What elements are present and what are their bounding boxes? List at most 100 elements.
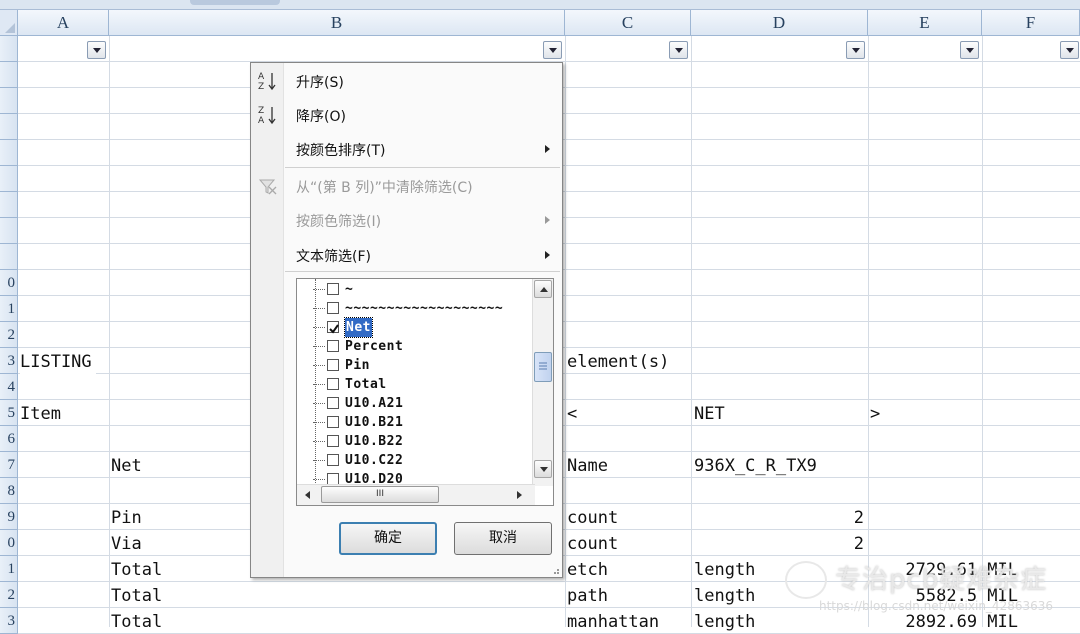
row-header[interactable] (0, 88, 18, 114)
sort-descending-icon: ZA (257, 104, 279, 126)
row-header[interactable] (0, 36, 18, 62)
filter-dropdown-d[interactable] (846, 41, 865, 59)
filter-value-list[interactable]: ~ ~~~~~~~~~~~~~~~~~~~ Net Percent Pin Total U1… (296, 278, 554, 506)
resize-grip-icon[interactable] (550, 565, 560, 575)
checkbox[interactable] (327, 454, 339, 466)
cell-listing[interactable]: LISTING (20, 350, 96, 374)
column-header-e[interactable]: E (868, 10, 982, 36)
cell-lt[interactable]: < (567, 402, 577, 426)
row-header[interactable] (0, 62, 18, 88)
checkbox[interactable] (327, 340, 339, 352)
filter-dropdown-e[interactable] (960, 41, 979, 59)
row-header[interactable]: 9 (0, 504, 18, 530)
row-header[interactable]: 1 (0, 296, 18, 322)
row-header[interactable]: 0 (0, 530, 18, 556)
text-filter-label: 文本筛选(F) (296, 249, 371, 265)
menu-item-text-filter[interactable]: 文本筛选(F) (251, 240, 562, 270)
checkbox-checked[interactable] (327, 321, 339, 334)
tree-line (313, 441, 325, 442)
filter-dropdown-a[interactable] (87, 41, 106, 59)
cell-elements[interactable]: element(s) (567, 350, 669, 374)
cell-path[interactable]: path (567, 584, 608, 608)
cell-via-count[interactable]: 2 (694, 532, 864, 556)
menu-item-sort-descending[interactable]: ZA 降序(O) (251, 100, 562, 130)
cell-pin-count-label[interactable]: count (567, 506, 618, 530)
menu-item-sort-by-color[interactable]: 按颜色排序(T) (251, 134, 562, 164)
row-header[interactable]: 2 (0, 322, 18, 348)
grid-col-line (691, 36, 692, 627)
row-header[interactable]: 6 (0, 426, 18, 452)
checkbox[interactable] (327, 359, 339, 371)
row-header[interactable] (0, 140, 18, 166)
filter-dropdown-b[interactable] (543, 41, 562, 59)
filter-dropdown-c[interactable] (669, 41, 688, 59)
row-header[interactable]: 3 (0, 608, 18, 634)
vertical-scroll-thumb[interactable] (534, 352, 552, 382)
cell-total-2[interactable]: Total (111, 584, 162, 608)
cell-gt[interactable]: > (870, 402, 880, 426)
row-header[interactable] (0, 166, 18, 192)
cell-total-1[interactable]: Total (111, 558, 162, 582)
cell-via-count-label[interactable]: count (567, 532, 618, 556)
cell-net-name[interactable]: 936X_C_R_TX9 (694, 454, 817, 478)
scroll-down-button[interactable] (534, 460, 552, 478)
column-header-a[interactable]: A (18, 10, 109, 36)
cell-length-2[interactable]: length (694, 584, 755, 608)
wechat-logo-icon (785, 561, 827, 599)
ok-button[interactable]: 确定 (339, 522, 437, 555)
cell-pin-label[interactable]: Pin (111, 506, 142, 530)
checkbox[interactable] (327, 416, 339, 428)
sheet-tab-fragment[interactable] (190, 0, 280, 5)
row-header[interactable] (0, 192, 18, 218)
cell-net-label[interactable]: Net (111, 454, 142, 478)
list-vertical-scrollbar[interactable] (532, 279, 553, 486)
column-header-c[interactable]: C (565, 10, 691, 36)
row-header[interactable]: 8 (0, 478, 18, 504)
cell-pin-count[interactable]: 2 (694, 506, 864, 530)
menu-item-sort-ascending[interactable]: AZ 升序(S) (251, 66, 562, 96)
filter-list-item-label: Pin (345, 358, 370, 373)
cell-total-3[interactable]: Total (111, 610, 162, 634)
cell-length-3[interactable]: length (694, 610, 755, 634)
checkbox[interactable] (327, 435, 339, 447)
row-header[interactable] (0, 114, 18, 140)
cell-manhattan[interactable]: manhattan (567, 610, 659, 634)
row-header[interactable] (0, 244, 18, 270)
scroll-right-button[interactable] (511, 486, 529, 504)
checkbox[interactable] (327, 378, 339, 390)
checkbox[interactable] (327, 397, 339, 409)
checkmark-icon (329, 324, 339, 334)
cell-etch[interactable]: etch (567, 558, 608, 582)
scroll-up-button[interactable] (534, 280, 552, 298)
clear-filter-icon (257, 175, 279, 197)
column-header-b[interactable]: B (109, 10, 565, 36)
row-header[interactable] (0, 218, 18, 244)
filter-list-item-label: U10.B21 (345, 415, 404, 430)
grid-col-line (868, 36, 869, 627)
cell-length-1[interactable]: length (694, 558, 755, 582)
cell-via-label[interactable]: Via (111, 532, 142, 556)
row-header[interactable]: 7 (0, 452, 18, 478)
filter-by-color-label: 按颜色筛选(I) (296, 214, 382, 230)
select-all-button[interactable] (0, 10, 18, 36)
filter-dropdown-f[interactable] (1060, 41, 1079, 59)
scroll-left-button[interactable] (299, 486, 317, 504)
toolbar-strip (0, 0, 1080, 10)
list-horizontal-scrollbar[interactable]: III (297, 484, 535, 505)
cell-item[interactable]: Item (20, 402, 61, 426)
row-header[interactable]: 5 (0, 400, 18, 426)
checkbox[interactable] (327, 283, 339, 295)
cell-name-label[interactable]: Name (567, 454, 608, 478)
cell-net-header[interactable]: NET (694, 402, 725, 426)
cancel-button[interactable]: 取消 (454, 522, 552, 555)
row-header[interactable]: 0 (0, 270, 18, 296)
column-header-f[interactable]: F (982, 10, 1080, 36)
row-header[interactable]: 1 (0, 556, 18, 582)
row-header[interactable]: 2 (0, 582, 18, 608)
row-header[interactable]: 3 (0, 348, 18, 374)
horizontal-scroll-thumb[interactable]: III (321, 486, 439, 503)
column-header-d[interactable]: D (691, 10, 868, 36)
checkbox[interactable] (327, 302, 339, 314)
autofilter-dropdown: AZ 升序(S) ZA 降序(O) 按颜色排序(T) 从“(第 B 列)”中清除… (250, 62, 563, 578)
row-header[interactable]: 4 (0, 374, 18, 400)
